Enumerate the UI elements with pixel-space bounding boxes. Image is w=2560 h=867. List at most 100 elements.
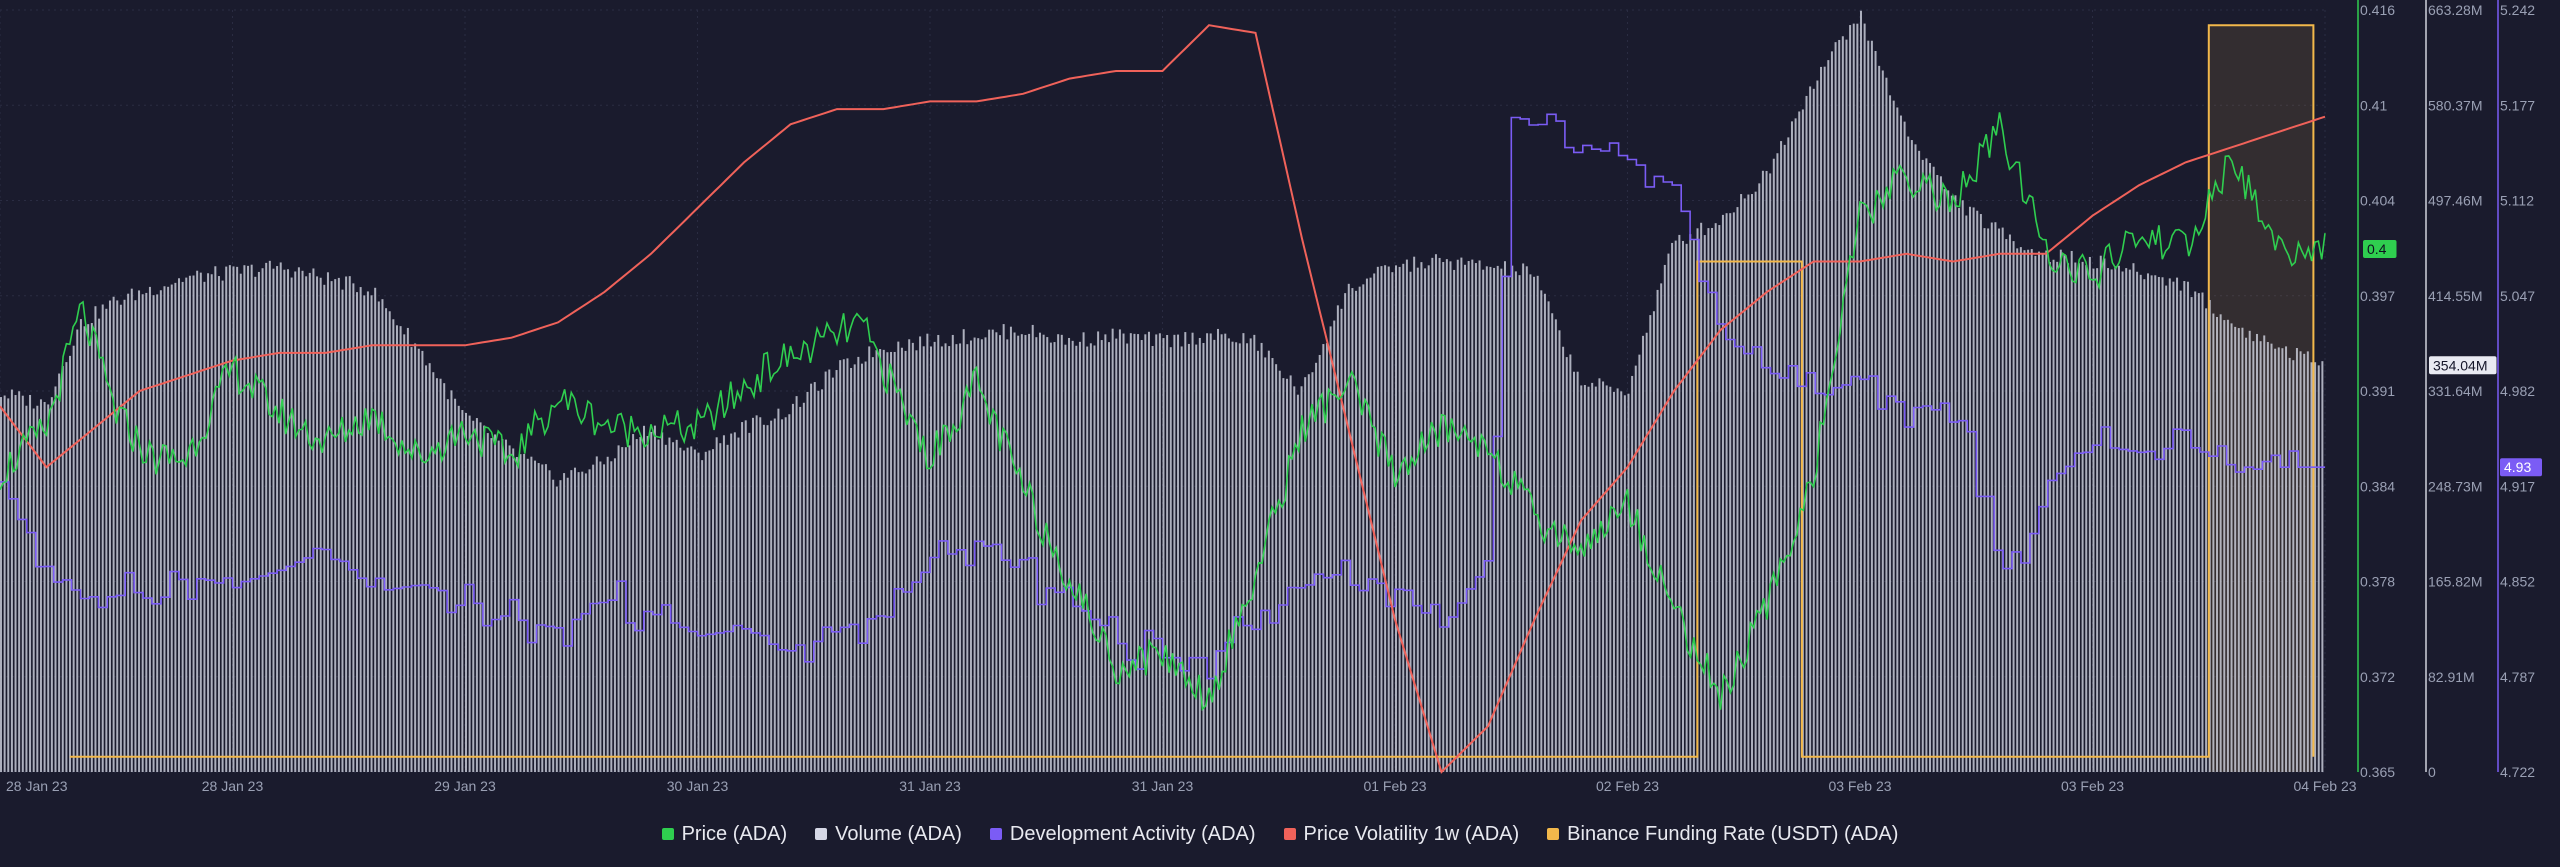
legend-item-dev-activity[interactable]: Development Activity (ADA)	[989, 822, 1256, 846]
volume-bar	[261, 268, 264, 772]
volume-bar	[1554, 319, 1557, 772]
volume-bar	[773, 418, 776, 772]
volume-bar	[54, 386, 57, 772]
volume-bar	[2237, 328, 2240, 772]
volume-bar	[494, 434, 497, 772]
legend-item-price[interactable]: Price (ADA)	[661, 823, 787, 846]
volume-bar	[1565, 357, 1568, 772]
volume-bar	[1790, 121, 1793, 773]
volume-bar	[1794, 118, 1797, 772]
volume-bar	[2114, 266, 2117, 772]
volume-bar	[1881, 70, 1884, 772]
volume-bar	[1711, 227, 1714, 772]
volume-bar	[1780, 141, 1783, 773]
volume-bar	[2197, 293, 2200, 772]
volume-bar	[955, 344, 958, 772]
x-tick-label: 31 Jan 23	[1132, 778, 1194, 794]
volume-bar	[486, 433, 489, 772]
volume-bar	[675, 439, 678, 772]
volume-bar	[2266, 342, 2269, 772]
volume-bar	[388, 311, 391, 772]
volume-bar	[882, 349, 885, 772]
legend: Price (ADA) Volume (ADA) Development Act…	[0, 818, 2560, 850]
volume-bar	[1503, 261, 1506, 772]
volume-bar	[1947, 190, 1950, 772]
volume-bar	[181, 281, 184, 772]
volume-bar	[2121, 271, 2124, 772]
volume-bar	[977, 338, 980, 772]
volume-bar	[1943, 189, 1946, 773]
volume-bar	[1075, 345, 1078, 772]
volume-bar	[1224, 333, 1227, 772]
volume-bar	[1725, 213, 1728, 773]
volume-bar	[1028, 333, 1031, 772]
legend-label-volume: Volume (ADA)	[835, 822, 962, 845]
volume-bar	[701, 460, 704, 772]
volume-bar	[2190, 297, 2193, 772]
volume-bar	[428, 363, 431, 772]
volume-bar	[2048, 262, 2051, 772]
volume-bar	[1231, 341, 1234, 772]
volume-bar	[1315, 362, 1318, 772]
volume-bar	[966, 344, 969, 772]
volume-bar	[178, 278, 181, 772]
volume-bar	[672, 442, 675, 772]
volume-bar	[2306, 351, 2309, 772]
volume-bar	[1395, 265, 1397, 772]
volume-bar	[290, 277, 293, 772]
volume-bar	[890, 351, 893, 772]
volume-bar	[2157, 276, 2160, 772]
volume-bar	[2023, 250, 2026, 773]
dev_activity-tick-label: 4.917	[2500, 478, 2535, 494]
volume-bar	[1689, 234, 1692, 772]
volume-bar	[1612, 391, 1615, 772]
volume-bar	[1191, 332, 1194, 772]
volume-bar	[1867, 40, 1870, 773]
legend-item-volume[interactable]: Volume (ADA)	[815, 823, 962, 846]
volume-bar	[1209, 333, 1212, 772]
volume-bar	[1914, 144, 1917, 772]
volume-bar	[1638, 354, 1641, 772]
legend-label-dev-activity: Development Activity (ADA)	[1009, 822, 1256, 845]
volume-bar	[781, 419, 784, 772]
volume-bar	[2063, 254, 2066, 772]
volatility-swatch-icon	[1283, 828, 1296, 840]
legend-item-volatility[interactable]: Price Volatility 1w (ADA)	[1283, 823, 1519, 846]
volume-bar	[2117, 265, 2120, 772]
volume-bar	[784, 417, 787, 772]
volume-bar	[94, 306, 97, 772]
volume-bar	[272, 268, 275, 772]
volume-bar	[722, 435, 725, 772]
price-swatch-icon	[661, 828, 674, 840]
volume-bar	[1936, 174, 1939, 772]
volume-bar	[1525, 266, 1528, 772]
volume-bar	[2194, 291, 2197, 772]
volume-bar	[1918, 150, 1921, 773]
volume-bar	[1852, 23, 1855, 772]
volume-bar	[1300, 386, 1303, 772]
volume-bar	[1042, 334, 1045, 772]
volume-bar	[1195, 344, 1198, 772]
volume-bar	[1467, 261, 1470, 772]
volume-bar	[479, 422, 482, 772]
volume-bar	[2052, 259, 2055, 772]
legend-item-funding[interactable]: Binance Funding Rate (USDT) (ADA)	[1547, 823, 1898, 846]
volume-bar	[1805, 95, 1808, 773]
volume-bar	[621, 447, 624, 772]
volume-bar	[744, 420, 747, 772]
volume-bar	[1006, 339, 1009, 772]
volume-bar	[345, 276, 348, 772]
volume-bar	[821, 389, 824, 772]
volume-bar	[1605, 385, 1608, 772]
volume-bar	[1453, 269, 1456, 772]
volume-bar	[704, 451, 707, 772]
volume-bar	[653, 425, 656, 772]
volume-bar	[922, 346, 925, 772]
volume-bar	[167, 286, 170, 772]
volume-bar	[1892, 100, 1895, 772]
volume-bar	[759, 417, 762, 772]
volume-bar	[810, 383, 813, 772]
volume-bar	[196, 270, 199, 772]
volume-bar	[1256, 350, 1259, 772]
volume-bar	[410, 347, 413, 772]
